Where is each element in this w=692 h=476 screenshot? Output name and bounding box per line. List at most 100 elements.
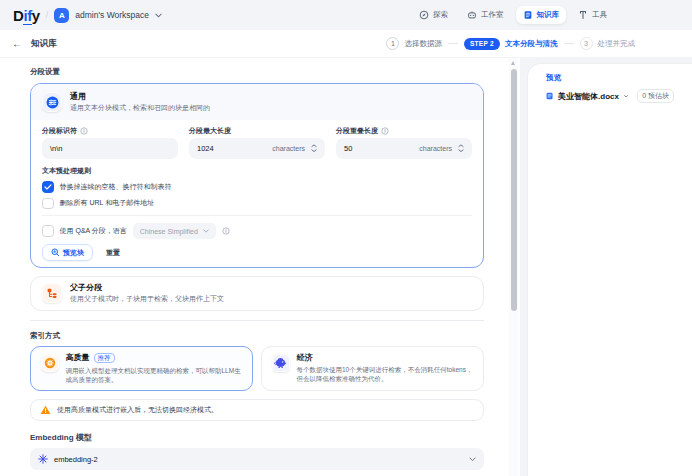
checkbox-unchecked[interactable] xyxy=(42,198,54,210)
info-icon xyxy=(80,127,88,135)
preview-chunk-button[interactable]: 预览块 xyxy=(42,244,93,261)
step-2-pill: STEP 2 xyxy=(464,38,500,50)
segmentation-section-title: 分段设置 xyxy=(30,67,484,77)
top-header: Dify / A admin's Workspace 探索 工作室 知识库 工具 xyxy=(0,0,692,30)
workspace-avatar[interactable]: A xyxy=(54,8,69,23)
sliders-icon xyxy=(46,96,59,109)
field-delimiter: 分段标识符 \n\n xyxy=(42,126,178,159)
nav-explore[interactable]: 探索 xyxy=(412,6,455,24)
max-length-input[interactable]: 1024 characters xyxy=(189,138,325,159)
content-area: 分段设置 通用 通用文本分块模式，检索和召回的块是相同的 分段标识符 xyxy=(0,58,692,476)
economical-desc: 每个数据块使用10个关键词进行检索，不会消耗任何tokens，但会以降低检索准确… xyxy=(297,365,474,383)
parent-child-tile xyxy=(42,283,62,303)
warning-icon xyxy=(40,405,51,415)
preview-title: 预览 xyxy=(546,73,674,83)
divider xyxy=(42,215,472,216)
chevron-down-icon xyxy=(469,457,476,462)
delimiter-label: 分段标识符 xyxy=(42,126,77,136)
reset-button[interactable]: 重置 xyxy=(97,244,129,261)
step-2-label: 文本分段与清洗 xyxy=(505,39,558,49)
field-max-length: 分段最大长度 1024 characters xyxy=(189,126,325,159)
step-dash xyxy=(564,43,574,44)
max-length-label: 分段最大长度 xyxy=(189,126,231,136)
checkbox-unchecked[interactable] xyxy=(42,225,54,237)
parent-child-subtitle: 使用父子模式时，子块用于检索，父块用作上下文 xyxy=(70,295,224,303)
parent-child-icon xyxy=(46,287,58,299)
back-label: 知识库 xyxy=(31,38,57,50)
info-icon xyxy=(381,127,389,135)
stepper[interactable] xyxy=(458,144,464,153)
index-option-economical[interactable]: 经济 每个数据块使用10个关键词进行检索，不会消耗任何tokens，但会以降低检… xyxy=(261,346,485,391)
explore-icon xyxy=(419,10,429,20)
economical-tile xyxy=(272,354,290,372)
step-2: STEP 2 文本分段与清洗 xyxy=(464,38,558,50)
studio-icon xyxy=(467,10,477,20)
general-card-title: 通用 xyxy=(70,92,210,101)
embedding-model-select[interactable]: embedding-2 xyxy=(30,448,484,470)
general-mode-tile xyxy=(42,92,62,112)
steps: 1 选择数据源 STEP 2 文本分段与清洗 3 处理并完成 xyxy=(386,37,635,50)
tools-icon xyxy=(578,10,588,20)
search-icon xyxy=(51,248,60,257)
scrollbar[interactable] xyxy=(509,58,518,476)
index-method-title: 索引方式 xyxy=(30,331,484,341)
step-3-number: 3 xyxy=(580,37,593,50)
knowledge-icon xyxy=(523,10,533,20)
step-dash xyxy=(448,43,458,44)
scrollbar-up-arrow[interactable] xyxy=(511,61,515,65)
chevron-down-icon xyxy=(624,94,628,99)
nav-knowledge[interactable]: 知识库 xyxy=(516,6,567,24)
chunk-count-badge: 0 预估块 xyxy=(637,89,674,103)
general-mode-card[interactable]: 通用 通用文本分块模式，检索和召回的块是相同的 分段标识符 \n\n 分段最大长… xyxy=(30,83,484,268)
overlap-input[interactable]: 50 characters xyxy=(336,138,472,159)
scrollbar-thumb[interactable] xyxy=(511,69,517,311)
back-arrow-icon: ← xyxy=(12,38,22,49)
preview-file-row[interactable]: 美业智能体.docx 0 预估块 xyxy=(546,89,674,103)
workspace-name[interactable]: admin's Workspace xyxy=(75,10,149,20)
high-quality-title: 高质量 xyxy=(66,353,90,362)
step-3: 3 处理并完成 xyxy=(580,37,636,50)
stepper[interactable] xyxy=(311,144,317,153)
field-overlap: 分段重叠长度 50 characters xyxy=(336,126,472,159)
subheader: ← 知识库 1 选择数据源 STEP 2 文本分段与清洗 3 处理并完成 xyxy=(0,30,692,58)
delimiter-input[interactable]: \n\n xyxy=(42,138,178,159)
chevron-down-icon xyxy=(155,13,162,18)
doc-file-icon xyxy=(546,90,553,102)
embedding-section-title: Embedding 模型 xyxy=(30,432,484,443)
parent-child-card[interactable]: 父子分段 使用父子模式时，子块用于检索，父块用作上下文 xyxy=(30,276,484,311)
rule-label: 删除所有 URL 和电子邮件地址 xyxy=(60,198,155,208)
rules-title: 文本预处理规则 xyxy=(42,166,472,176)
embedding-model-name: embedding-2 xyxy=(54,455,98,464)
step-1-number: 1 xyxy=(386,37,399,50)
parent-child-title: 父子分段 xyxy=(70,283,224,292)
overlap-label: 分段重叠长度 xyxy=(336,126,378,136)
high-quality-desc: 调用嵌入模型处理文档以实现更精确的检索，可以帮助LLM生成高质量的答案。 xyxy=(66,366,243,384)
recommended-badge: 推荐 xyxy=(94,353,115,363)
language-select[interactable]: Chinese Simplified xyxy=(133,223,216,239)
nav-studio[interactable]: 工作室 xyxy=(460,6,511,24)
preview-file-name: 美业智能体.docx xyxy=(558,91,619,102)
qa-segmentation-row: 使用 Q&A 分段，语言 Chinese Simplified xyxy=(42,223,472,239)
rule-replace-whitespace[interactable]: 替换掉连续的空格、换行符和制表符 xyxy=(42,181,472,193)
divider-slash: / xyxy=(46,10,49,20)
piggy-bank-icon xyxy=(274,357,287,369)
model-provider-icon xyxy=(38,454,48,464)
index-option-high-quality[interactable]: 高质量推荐 调用嵌入模型处理文档以实现更精确的检索，可以帮助LLM生成高质量的答… xyxy=(30,346,253,391)
high-quality-icon xyxy=(44,357,56,369)
embedding-warning: 使用高质量模式进行嵌入后，无法切换回经济模式。 xyxy=(30,399,484,421)
info-icon xyxy=(222,227,230,235)
nav-tools[interactable]: 工具 xyxy=(571,6,614,24)
general-card-subtitle: 通用文本分块模式，检索和召回的块是相同的 xyxy=(70,104,210,112)
step-1: 1 选择数据源 xyxy=(386,37,442,50)
rule-remove-urls[interactable]: 删除所有 URL 和电子邮件地址 xyxy=(42,198,472,210)
checkbox-checked[interactable] xyxy=(42,181,54,193)
step-3-label: 处理并完成 xyxy=(598,39,636,49)
back-button[interactable]: ← 知识库 xyxy=(12,38,57,50)
dify-logo: Dify xyxy=(13,7,40,24)
step-1-label: 选择数据源 xyxy=(404,39,442,49)
preview-panel: 预览 美业智能体.docx 0 预估块 xyxy=(527,63,692,476)
qa-label: 使用 Q&A 分段，语言 xyxy=(60,226,127,236)
main-panel: 分段设置 通用 通用文本分块模式，检索和召回的块是相同的 分段标识符 xyxy=(0,58,520,476)
header-nav: 探索 工作室 知识库 工具 xyxy=(412,6,692,24)
economical-title: 经济 xyxy=(297,353,313,362)
